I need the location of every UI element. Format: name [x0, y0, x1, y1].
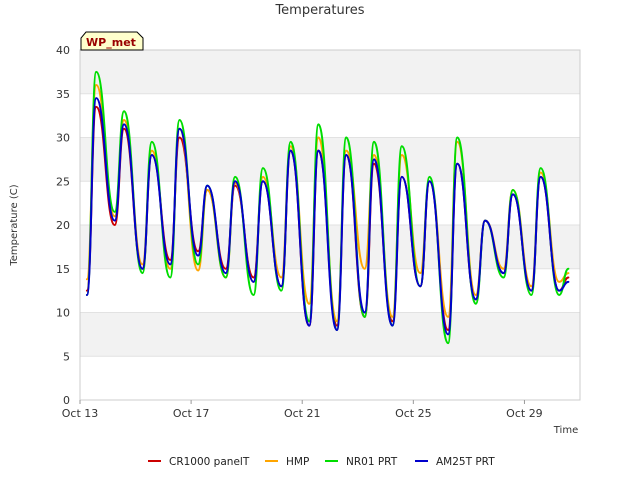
y-tick-label: 25: [56, 175, 70, 188]
plot-band: [80, 93, 580, 138]
legend-label: NR01 PRT: [346, 456, 398, 468]
y-tick-label: 5: [63, 350, 70, 363]
x-tick-label: Oct 21: [284, 407, 321, 420]
temperature-chart: 0 5 10 15 20 25 30 35 40 Oct 13 Oct 17 Oct 21 Oct 2…: [0, 0, 640, 480]
y-tick-label: 40: [56, 44, 70, 57]
y-tick-label: 0: [63, 394, 70, 407]
plot-band: [80, 181, 580, 225]
x-tick-label: Oct 25: [395, 407, 432, 420]
x-tick-label: Oct 29: [506, 407, 543, 420]
legend-label: AM25T PRT: [436, 456, 495, 468]
y-tick-label: 15: [56, 263, 70, 276]
x-tick-label: Oct 17: [173, 407, 210, 420]
badge-label: WP_met: [86, 36, 136, 49]
y-tick-label: 30: [56, 132, 70, 145]
y-tick-label: 10: [56, 307, 70, 320]
x-axis-label: Time: [553, 425, 578, 436]
y-tick-label: 35: [56, 88, 70, 101]
y-tick-label: 20: [56, 219, 70, 232]
plot-band: [80, 50, 580, 94]
plot-band: [80, 356, 580, 400]
chart-title: Temperatures: [274, 3, 364, 18]
x-tick-label: Oct 13: [62, 407, 99, 420]
legend-label: CR1000 panelT: [169, 456, 250, 468]
legend-label: HMP: [286, 456, 309, 468]
y-axis-label: Temperature (C): [9, 184, 20, 266]
plot-bands: [80, 49, 580, 401]
plot-band: [80, 312, 580, 357]
station-badge: WP_met: [80, 31, 144, 51]
